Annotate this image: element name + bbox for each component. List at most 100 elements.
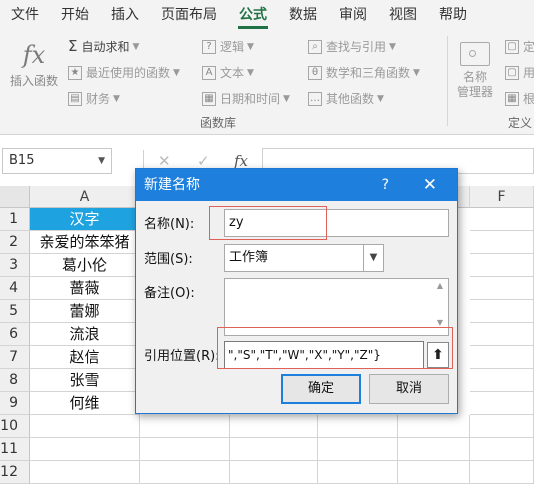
cell[interactable] bbox=[140, 438, 230, 461]
cell[interactable] bbox=[398, 438, 470, 461]
cell[interactable] bbox=[470, 323, 534, 346]
cell[interactable] bbox=[470, 392, 534, 415]
tab-review[interactable]: 审阅 bbox=[328, 0, 378, 30]
cell-a9[interactable]: 何维 bbox=[30, 392, 140, 415]
row-header[interactable]: 8 bbox=[0, 369, 30, 392]
name-manager-button[interactable]: 名称 管理器 bbox=[453, 42, 497, 100]
ok-button[interactable]: 确定 bbox=[281, 374, 361, 404]
ref-label: 引用位置(R): bbox=[144, 349, 220, 364]
text-button[interactable]: A 文本 ▼ bbox=[202, 64, 254, 81]
chevron-down-icon: ▼ bbox=[389, 41, 396, 52]
row-header[interactable]: 3 bbox=[0, 254, 30, 277]
tab-page-layout[interactable]: 页面布局 bbox=[150, 0, 228, 30]
cell-a3[interactable]: 葛小伦 bbox=[30, 254, 140, 277]
cell-a11[interactable] bbox=[30, 438, 140, 461]
cell[interactable] bbox=[470, 277, 534, 300]
name-box[interactable]: B15 ▼ bbox=[2, 148, 112, 174]
scroll-up-icon[interactable]: ▲ bbox=[432, 281, 448, 290]
row-header[interactable]: 2 bbox=[0, 231, 30, 254]
ribbon: fx 插入函数 Σ 自动求和 ▼ ★ 最近使用的函数 ▼ ▤ 财务 ▼ ? 逻辑… bbox=[0, 30, 534, 135]
tab-file[interactable]: 文件 bbox=[0, 0, 50, 30]
math-button[interactable]: θ 数学和三角函数 ▼ bbox=[308, 64, 420, 81]
row-header[interactable]: 11 bbox=[0, 438, 30, 461]
use-icon: ▢ bbox=[505, 65, 519, 80]
chevron-down-icon: ▼ bbox=[283, 93, 290, 104]
cell[interactable] bbox=[470, 461, 534, 484]
tab-help[interactable]: 帮助 bbox=[428, 0, 478, 30]
cell[interactable] bbox=[398, 461, 470, 484]
cell-a2[interactable]: 亲爱的笨笨猪 bbox=[30, 231, 140, 254]
cell[interactable] bbox=[470, 346, 534, 369]
highlight-box bbox=[209, 206, 327, 240]
cell-a6[interactable]: 流浪 bbox=[30, 323, 140, 346]
cell[interactable] bbox=[470, 415, 534, 438]
create-from-selection-button[interactable]: ▦ 根 bbox=[505, 90, 534, 107]
row-header[interactable]: 12 bbox=[0, 461, 30, 484]
recent-functions-button[interactable]: ★ 最近使用的函数 ▼ bbox=[68, 64, 180, 81]
cell[interactable] bbox=[318, 461, 398, 484]
tab-view[interactable]: 视图 bbox=[378, 0, 428, 30]
tag-icon bbox=[460, 42, 490, 66]
cell-a8[interactable]: 张雪 bbox=[30, 369, 140, 392]
cell-a4[interactable]: 蔷薇 bbox=[30, 277, 140, 300]
chevron-down-icon[interactable]: ▼ bbox=[363, 245, 383, 271]
scroll-down-icon[interactable]: ▼ bbox=[432, 318, 448, 327]
autosum-button[interactable]: Σ 自动求和 ▼ bbox=[68, 38, 139, 55]
insert-function-button[interactable]: fx 插入函数 bbox=[6, 38, 62, 89]
cell[interactable] bbox=[470, 208, 534, 231]
cell[interactable] bbox=[140, 461, 230, 484]
tab-formulas[interactable]: 公式 bbox=[228, 0, 278, 30]
logical-button[interactable]: ? 逻辑 ▼ bbox=[202, 38, 254, 55]
cell[interactable] bbox=[230, 438, 318, 461]
cell[interactable] bbox=[470, 231, 534, 254]
search-icon: ⌕ bbox=[308, 39, 322, 54]
create-icon: ▦ bbox=[505, 91, 519, 106]
row-header[interactable]: 10 bbox=[0, 415, 30, 438]
tab-data[interactable]: 数据 bbox=[278, 0, 328, 30]
highlight-box bbox=[217, 327, 453, 369]
cell[interactable] bbox=[470, 254, 534, 277]
cell[interactable] bbox=[318, 438, 398, 461]
book-icon: ▤ bbox=[68, 91, 82, 106]
use-in-formula-button[interactable]: ▢ 用 bbox=[505, 64, 534, 81]
cell[interactable] bbox=[230, 461, 318, 484]
cell[interactable] bbox=[470, 369, 534, 392]
other-functions-button[interactable]: … 其他函数 ▼ bbox=[308, 90, 384, 107]
lookup-button[interactable]: ⌕ 查找与引用 ▼ bbox=[308, 38, 396, 55]
chevron-down-icon: ▼ bbox=[247, 41, 254, 52]
cell-a7[interactable]: 赵信 bbox=[30, 346, 140, 369]
row-header[interactable]: 6 bbox=[0, 323, 30, 346]
tab-home[interactable]: 开始 bbox=[50, 0, 100, 30]
column-header[interactable]: A bbox=[30, 186, 140, 208]
cell[interactable] bbox=[318, 415, 398, 438]
financial-button[interactable]: ▤ 财务 ▼ bbox=[68, 90, 120, 107]
row-header[interactable]: 7 bbox=[0, 346, 30, 369]
row-header[interactable]: 4 bbox=[0, 277, 30, 300]
row-header[interactable]: 1 bbox=[0, 208, 30, 231]
cell[interactable] bbox=[230, 415, 318, 438]
cell-a1[interactable]: 汉字 bbox=[30, 208, 140, 231]
row-header[interactable]: 5 bbox=[0, 300, 30, 323]
group-label-defined-names: 定义 bbox=[508, 116, 533, 130]
dialog-titlebar[interactable]: 新建名称 ? ✕ bbox=[136, 169, 457, 201]
datetime-button[interactable]: ▦ 日期和时间 ▼ bbox=[202, 90, 290, 107]
tab-insert[interactable]: 插入 bbox=[100, 0, 150, 30]
help-icon[interactable]: ? bbox=[382, 169, 389, 201]
row-header[interactable]: 9 bbox=[0, 392, 30, 415]
cell[interactable] bbox=[470, 438, 534, 461]
scope-select[interactable]: 工作簿 ▼ bbox=[224, 244, 384, 272]
column-header[interactable]: F bbox=[470, 186, 534, 208]
chevron-down-icon: ▼ bbox=[377, 93, 384, 104]
cell-a12[interactable] bbox=[30, 461, 140, 484]
cancel-button[interactable]: 取消 bbox=[369, 374, 449, 404]
select-all-corner[interactable] bbox=[0, 186, 30, 208]
chevron-down-icon[interactable]: ▼ bbox=[98, 149, 105, 173]
cell-a5[interactable]: 蕾娜 bbox=[30, 300, 140, 323]
define-name-button[interactable]: ▢ 定 bbox=[505, 38, 534, 55]
name-label: 名称(N): bbox=[144, 217, 195, 232]
cell[interactable] bbox=[398, 415, 470, 438]
cell[interactable] bbox=[470, 300, 534, 323]
close-icon[interactable]: ✕ bbox=[423, 169, 437, 201]
cell-a10[interactable] bbox=[30, 415, 140, 438]
cell[interactable] bbox=[140, 415, 230, 438]
